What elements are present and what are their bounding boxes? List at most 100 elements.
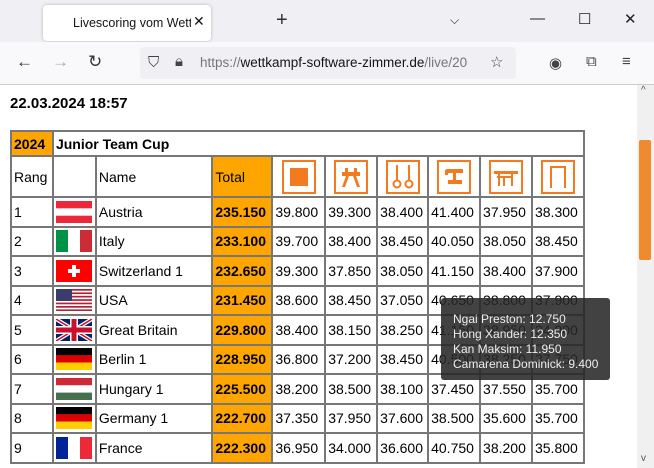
rank-cell: 4: [10, 284, 54, 316]
team-name[interactable]: France: [94, 432, 214, 464]
team-name[interactable]: Italy: [94, 225, 214, 257]
new-tab-icon[interactable]: +: [276, 9, 288, 32]
close-tab-icon[interactable]: ✕: [193, 13, 205, 30]
flag-header: [51, 155, 97, 198]
apparatus-score[interactable]: 36.950: [271, 432, 327, 464]
apparatus-score[interactable]: 38.500: [324, 373, 379, 405]
apparatus-score[interactable]: 39.700: [271, 225, 327, 257]
apparatus-score[interactable]: 38.450: [324, 284, 379, 316]
url-bar[interactable]: ⛉ 🔒︎ https://wettkampf-software-zimmer.d…: [140, 47, 516, 79]
tab-list-chevron-icon[interactable]: ⌵: [450, 13, 459, 28]
flag-italy-icon: [56, 230, 93, 253]
back-icon[interactable]: ←: [16, 52, 33, 72]
browser-tab[interactable]: Livescoring vom Wettkampf Junior Team Cu…: [43, 5, 211, 41]
bookmark-star-icon[interactable]: ☆: [490, 53, 503, 71]
apparatus-score[interactable]: 38.600: [271, 284, 327, 316]
apparatus-score[interactable]: 39.800: [271, 196, 327, 228]
apparatus-score[interactable]: 41.150: [427, 255, 482, 287]
total-score: 235.150: [211, 196, 274, 228]
apparatus-score[interactable]: 38.400: [376, 196, 430, 228]
shield-icon[interactable]: ⛉: [148, 54, 159, 71]
apparatus-score[interactable]: 39.300: [271, 255, 327, 287]
apparatus-score[interactable]: 37.050: [376, 284, 430, 316]
score-tooltip: Ngai Preston: 12.750 Hong Xander: 12.350…: [441, 298, 610, 380]
url-host: wettkampf-software-zimmer.de: [240, 55, 425, 70]
flag-germany-icon: [56, 348, 93, 371]
team-name[interactable]: Great Britain: [94, 314, 214, 346]
team-name[interactable]: Germany 1: [94, 402, 214, 434]
apparatus-score[interactable]: 37.350: [271, 402, 327, 434]
close-window-icon[interactable]: ✕: [624, 10, 637, 28]
rank-cell: 8: [10, 402, 54, 434]
vertical-scrollbar[interactable]: ^ v: [637, 85, 654, 468]
maximize-icon[interactable]: ☐: [578, 10, 591, 28]
rank-cell: 3: [10, 255, 54, 287]
apparatus-score[interactable]: 38.050: [479, 225, 533, 257]
minimize-icon[interactable]: —: [530, 10, 545, 27]
flag-switzerland-icon: [56, 259, 93, 282]
apparatus-score[interactable]: 36.600: [376, 432, 430, 464]
team-name[interactable]: Hungary 1: [94, 373, 214, 405]
apparatus-score[interactable]: 38.100: [376, 373, 430, 405]
page-datetime: 22.03.2024 18:57: [10, 95, 128, 112]
apparatus-score[interactable]: 38.150: [324, 314, 379, 346]
tab-title: Livescoring vom Wettkampf Junior Team Cu…: [73, 16, 191, 30]
apparatus-score[interactable]: 35.700: [530, 402, 586, 434]
scroll-up-icon[interactable]: ^: [641, 85, 646, 96]
apparatus-score[interactable]: 38.250: [376, 314, 430, 346]
apparatus-score[interactable]: 38.450: [530, 225, 586, 257]
apparatus-score[interactable]: 37.950: [324, 402, 379, 434]
apparatus-score[interactable]: 37.900: [530, 255, 586, 287]
table-row: 3 Switzerland 1 232.650 39.300 37.850 38.050 4…: [10, 255, 586, 287]
high-bar-icon: [540, 159, 575, 194]
flag-cell: [51, 255, 97, 287]
apparatus-header: [324, 155, 379, 198]
rings-icon: [385, 159, 420, 194]
team-name[interactable]: USA: [94, 284, 214, 316]
scroll-down-icon[interactable]: v: [641, 453, 646, 464]
flag-hungary-icon: [56, 377, 93, 400]
extensions-icon[interactable]: ⧉: [586, 53, 597, 70]
apparatus-header: [376, 155, 430, 198]
apparatus-score[interactable]: 39.300: [324, 196, 379, 228]
apparatus-score[interactable]: 38.200: [271, 373, 327, 405]
lock-icon[interactable]: 🔒︎: [175, 53, 183, 70]
flag-austria-icon: [56, 200, 93, 223]
apparatus-score[interactable]: 41.400: [427, 196, 482, 228]
apparatus-score[interactable]: 37.600: [376, 402, 430, 434]
apparatus-score[interactable]: 38.050: [376, 255, 430, 287]
apparatus-header: [427, 155, 482, 198]
apparatus-score[interactable]: 38.400: [271, 314, 327, 346]
team-name[interactable]: Berlin 1: [94, 343, 214, 375]
flag-germany-icon: [56, 407, 93, 430]
apparatus-score[interactable]: 38.300: [530, 196, 586, 228]
scrollbar-thumb[interactable]: [639, 140, 651, 260]
apparatus-score[interactable]: 34.000: [324, 432, 379, 464]
apparatus-score[interactable]: 35.800: [530, 432, 586, 464]
team-name[interactable]: Switzerland 1: [94, 255, 214, 287]
total-score: 228.950: [211, 343, 274, 375]
apparatus-score[interactable]: 37.950: [479, 196, 533, 228]
vault-icon: [437, 159, 472, 194]
apparatus-score[interactable]: 38.450: [376, 225, 430, 257]
apparatus-score[interactable]: 40.750: [427, 432, 482, 464]
apparatus-score[interactable]: 36.800: [271, 343, 327, 375]
apparatus-score[interactable]: 37.850: [324, 255, 379, 287]
rank-cell: 5: [10, 314, 54, 346]
apparatus-score[interactable]: 40.050: [427, 225, 482, 257]
flag-france-icon: [56, 436, 93, 459]
menu-icon[interactable]: ≡: [622, 53, 631, 70]
apparatus-score[interactable]: 38.400: [324, 225, 379, 257]
apparatus-score[interactable]: 38.450: [376, 343, 430, 375]
flag-cell: [51, 314, 97, 346]
apparatus-score[interactable]: 38.400: [479, 255, 533, 287]
forward-icon[interactable]: →: [52, 52, 69, 72]
apparatus-score[interactable]: 38.200: [479, 432, 533, 464]
account-icon[interactable]: ◉: [549, 54, 562, 72]
total-score: 225.500: [211, 373, 274, 405]
apparatus-score[interactable]: 38.500: [427, 402, 482, 434]
apparatus-score[interactable]: 35.600: [479, 402, 533, 434]
team-name[interactable]: Austria: [94, 196, 214, 228]
apparatus-score[interactable]: 37.200: [324, 343, 379, 375]
reload-icon[interactable]: ↻: [88, 52, 102, 72]
